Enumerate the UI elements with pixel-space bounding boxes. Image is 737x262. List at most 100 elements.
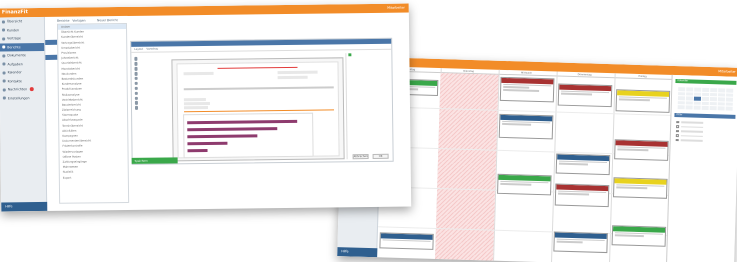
report-field[interactable] [277, 75, 308, 80]
sidebar-item-label: Kontakte [7, 78, 22, 84]
report-page [176, 61, 340, 159]
delete-tool-icon[interactable] [134, 106, 139, 110]
tree-item[interactable]: Export [60, 174, 128, 180]
ok-button[interactable]: OK [372, 153, 389, 159]
calendar-event[interactable] [497, 173, 552, 196]
top-bar: FinanzFit Mitarbeiter [0, 3, 409, 18]
calendar-event[interactable] [498, 113, 554, 140]
calendar-side-panel: Kalender Filter [665, 74, 737, 262]
report-chart[interactable] [183, 112, 314, 159]
sidebar-item-label: Nachrichten [7, 87, 28, 92]
group-tool-icon[interactable] [134, 96, 138, 100]
line-tool-icon[interactable] [134, 76, 138, 81]
calendar-event[interactable] [557, 83, 613, 108]
report-field[interactable] [183, 105, 209, 110]
properties-panel [345, 52, 393, 160]
sidebar-help[interactable]: Hilfe [1, 201, 48, 212]
task-icon [2, 62, 6, 66]
image-tool-icon[interactable] [134, 62, 138, 66]
mail-icon [2, 88, 6, 92]
calendar-icon [2, 71, 6, 75]
week-calendar: Montag Dienstag Mittwoch Donnerstag Frei… [377, 66, 672, 262]
event-text [614, 234, 644, 238]
mini-calendar-header: Kalender [675, 79, 737, 85]
section-divider [184, 109, 335, 113]
tab-new-report[interactable]: Neuer Bericht [97, 18, 118, 22]
cancel-button[interactable]: Abbrechen [352, 154, 369, 160]
page-tool-icon[interactable] [134, 101, 138, 105]
calendar-event[interactable] [499, 76, 555, 103]
calendar-event[interactable] [555, 153, 611, 176]
report-canvas[interactable] [171, 57, 345, 162]
text-tool-icon[interactable] [134, 57, 138, 61]
calendar-event[interactable] [553, 231, 608, 254]
event-text [503, 89, 540, 92]
chart-bar [187, 141, 228, 146]
user-menu[interactable]: Mitarbeiter [387, 6, 405, 10]
chart-bar [187, 148, 208, 153]
sidebar-item-label: Berichte [7, 44, 21, 50]
calendar-event[interactable] [379, 232, 434, 250]
event-text [558, 193, 590, 196]
event-text [500, 183, 532, 186]
sidebar: Übersicht Kunden Verträge Berichte Dokum… [0, 16, 48, 212]
sidebar-item-label: Übersicht [6, 19, 23, 24]
calendar-event[interactable] [612, 177, 668, 199]
event-text [616, 186, 648, 190]
calendar-event[interactable] [554, 183, 610, 208]
chart-bar [187, 127, 278, 132]
calendar-event[interactable] [614, 139, 669, 161]
event-text [618, 98, 651, 102]
chart-tool-icon[interactable] [134, 71, 138, 76]
save-button[interactable]: Speichern [131, 157, 178, 164]
sidebar-help[interactable]: Hilfe [337, 247, 378, 258]
user-menu[interactable]: Mitarbeiter [718, 69, 736, 74]
field-tool-icon[interactable] [134, 91, 138, 95]
tab-reports[interactable]: Berichte [57, 19, 70, 23]
report-field[interactable] [183, 71, 214, 76]
category-item[interactable] [45, 54, 58, 61]
save-label: Speichern [134, 159, 148, 163]
sidebar-item-label: Aufgaben [7, 61, 23, 67]
mini-calendar[interactable] [677, 87, 734, 111]
add-icon[interactable] [348, 53, 352, 57]
event-text [558, 163, 588, 166]
report-field[interactable] [277, 70, 318, 75]
notification-badge [30, 87, 35, 92]
column-friday: Freitag [638, 74, 647, 78]
tab-templates[interactable]: Vorlagen [72, 18, 85, 22]
sidebar-item-label: Kunden [7, 28, 20, 33]
sidebar-item-label: Verträge [7, 36, 21, 41]
guide-line [217, 66, 298, 69]
home-icon [1, 20, 5, 24]
calendar-event[interactable] [611, 225, 667, 247]
report-category-list [45, 24, 58, 61]
filter-header: Filter [674, 112, 736, 119]
sidebar-item-label: Dokumente [7, 53, 26, 58]
chart-bar [187, 134, 258, 139]
chart-bar [187, 119, 298, 125]
blocked-day [435, 73, 499, 261]
event-text [617, 148, 649, 152]
column-thursday: Donnerstag [577, 72, 592, 77]
tab-preview[interactable]: Vorschau [146, 48, 158, 51]
event-text [382, 239, 431, 243]
report-designer: Layout Vorschau [130, 37, 394, 165]
shape-tool-icon[interactable] [134, 81, 138, 86]
report-field[interactable] [183, 101, 210, 106]
designer-toolbox [133, 56, 139, 111]
event-text [556, 241, 583, 244]
barcode-tool-icon[interactable] [134, 86, 138, 91]
gear-icon [2, 96, 6, 100]
filter-checkbox[interactable] [675, 138, 733, 144]
table-tool-icon[interactable] [134, 66, 138, 71]
tab-layout[interactable]: Layout [134, 48, 143, 51]
column-wednesday: Mittwoch [521, 71, 533, 75]
users-icon [2, 28, 6, 32]
calendar-event[interactable] [615, 89, 671, 113]
property-row[interactable] [347, 80, 392, 86]
report-editor-window: FinanzFit Mitarbeiter Übersicht Kunden V… [0, 3, 412, 212]
document-icon [2, 37, 6, 41]
report-field[interactable] [183, 97, 206, 102]
sidebar-item-settings[interactable]: Einstellungen [0, 93, 45, 102]
